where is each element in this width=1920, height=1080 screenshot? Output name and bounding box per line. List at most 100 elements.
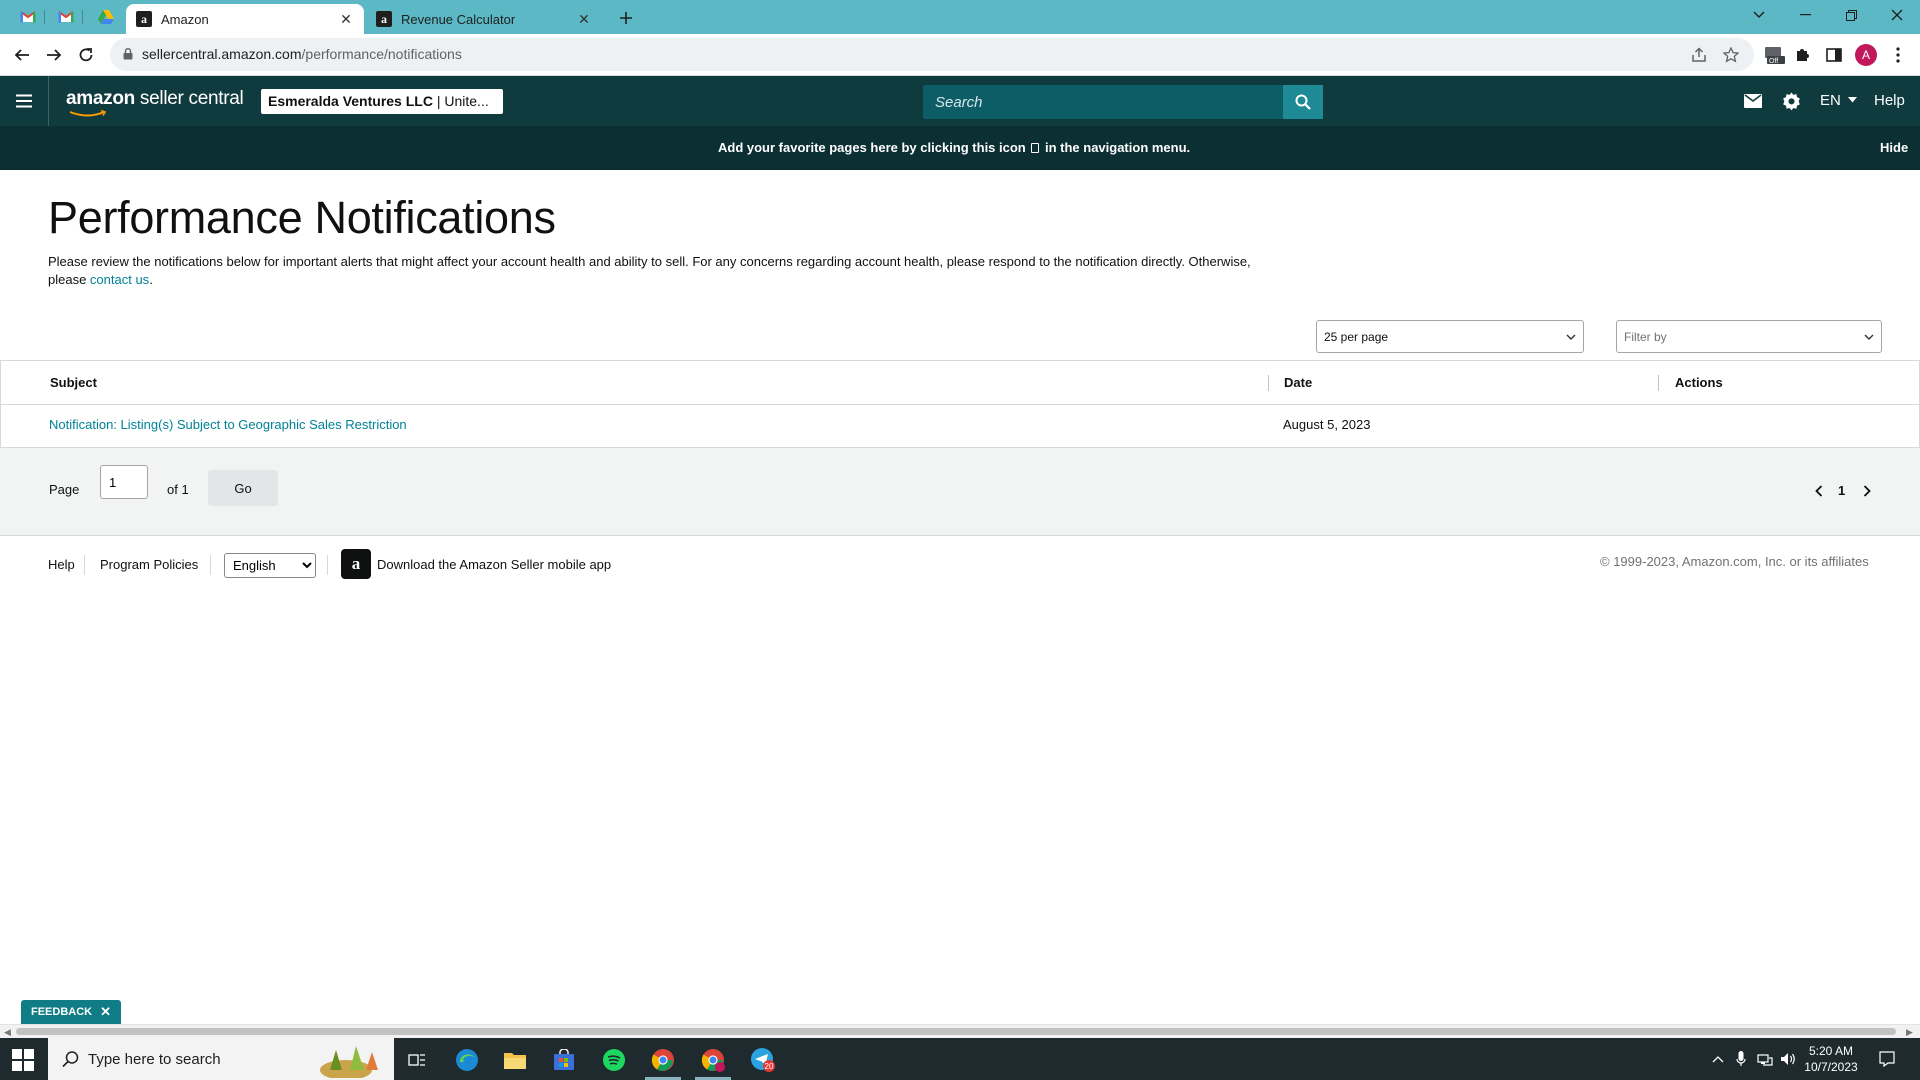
taskbar-clock[interactable]: 5:20 AM 10/7/2023 [1796, 1043, 1866, 1075]
microphone-icon[interactable] [1732, 1050, 1750, 1068]
settings-gear-icon[interactable] [1780, 90, 1802, 112]
footer-separator [210, 555, 211, 575]
extension-off-icon[interactable]: Off [1762, 43, 1786, 67]
tab-revenue-calculator[interactable]: a Revenue Calculator ✕ [366, 4, 602, 34]
chrome-icon[interactable] [648, 1045, 678, 1075]
minimize-button[interactable] [1782, 0, 1828, 30]
copyright-text: © 1999-2023, Amazon.com, Inc. or its aff… [1600, 554, 1869, 569]
date-cell: August 5, 2023 [1283, 417, 1371, 432]
browser-menu-icon[interactable] [1886, 43, 1910, 67]
bookmark-star-icon[interactable] [1722, 46, 1740, 64]
column-header-subject[interactable]: Subject [50, 375, 97, 390]
browser-toolbar: sellercentral.amazon.com/performance/not… [0, 34, 1920, 76]
page-intro: Please review the notifications below fo… [48, 254, 1251, 287]
restore-button[interactable] [1828, 0, 1874, 30]
favorites-banner-message: Add your favorite pages here by clicking… [718, 140, 1191, 155]
notifications-table: Subject Date Actions Notification: Listi… [0, 360, 1920, 448]
windows-start-icon[interactable] [12, 1049, 34, 1071]
clock-time: 5:20 AM [1808, 1044, 1854, 1058]
search-input[interactable] [923, 85, 1323, 119]
table-header: Subject Date Actions [1, 361, 1919, 405]
next-page-icon[interactable] [1860, 484, 1874, 498]
account-switcher[interactable]: Esmeralda Ventures LLC | Unite... [261, 89, 503, 114]
browser-tab-strip: a Amazon ✕ a Revenue Calculator ✕ [0, 0, 1920, 34]
edge-browser-icon[interactable] [452, 1045, 482, 1075]
download-app-link[interactable]: Download the Amazon Seller mobile app [377, 557, 611, 572]
search-button[interactable] [1283, 85, 1323, 119]
search-icon [1295, 94, 1311, 110]
page-number-input[interactable] [100, 465, 148, 499]
header-help-link[interactable]: Help [1874, 92, 1905, 109]
previous-page-icon[interactable] [1812, 484, 1826, 498]
puzzle-extensions-icon[interactable] [1790, 43, 1814, 67]
reload-button[interactable] [74, 43, 98, 67]
file-explorer-icon[interactable] [500, 1045, 530, 1075]
seller-central-header: amazon seller central Esmeralda Ventures… [0, 76, 1920, 126]
contact-us-link[interactable]: contact us [90, 272, 149, 287]
task-view-icon[interactable] [402, 1045, 432, 1075]
scroll-left-icon[interactable]: ◀ [4, 1027, 11, 1038]
tab-search-button[interactable] [1736, 0, 1782, 30]
back-button[interactable] [10, 43, 34, 67]
amazon-favicon-icon: a [136, 11, 152, 27]
hide-banner-button[interactable]: Hide [1880, 140, 1908, 155]
footer-language-select[interactable]: English [224, 553, 316, 578]
chrome-profile-icon[interactable] [698, 1045, 728, 1075]
pinned-tab-gmail-1[interactable] [12, 5, 45, 29]
microsoft-store-icon[interactable] [549, 1045, 579, 1075]
footer-help-link[interactable]: Help [48, 557, 75, 572]
current-page-number[interactable]: 1 [1838, 483, 1845, 498]
search-box [923, 85, 1323, 119]
telegram-icon[interactable]: 20 [748, 1045, 778, 1075]
feedback-button[interactable]: FEEDBACK ✕ [21, 1000, 122, 1024]
per-page-dropdown[interactable]: 25 per page [1316, 320, 1584, 353]
side-panel-icon[interactable] [1822, 43, 1846, 67]
filter-by-dropdown[interactable]: Filter by [1616, 320, 1882, 353]
close-tab-icon[interactable]: ✕ [576, 11, 592, 27]
pinned-tab-gmail-2[interactable] [50, 5, 83, 29]
mail-icon[interactable] [1742, 90, 1764, 112]
new-tab-button[interactable] [614, 6, 638, 30]
notification-center-icon[interactable] [1878, 1050, 1896, 1068]
windows-taskbar: Type here to search 20 5:20 AM 10/7/2023 [0, 1038, 1920, 1080]
profile-avatar[interactable]: A [1855, 44, 1877, 66]
volume-icon[interactable] [1779, 1050, 1797, 1068]
footer-separator [84, 555, 85, 575]
seller-central-logo[interactable]: amazon seller central [66, 88, 244, 117]
horizontal-scrollbar[interactable]: ◀ ▶ [0, 1024, 1920, 1038]
favorites-banner: Add your favorite pages here by clicking… [0, 126, 1920, 170]
program-policies-link[interactable]: Program Policies [100, 557, 198, 572]
column-separator [1268, 375, 1269, 391]
search-icon [62, 1051, 79, 1068]
pinned-tab-drive[interactable] [90, 5, 122, 29]
scroll-right-icon[interactable]: ▶ [1906, 1027, 1913, 1038]
amazon-seller-app-icon[interactable]: a [341, 549, 371, 579]
restore-icon [1845, 9, 1857, 21]
close-window-button[interactable] [1874, 0, 1920, 30]
taskbar-search[interactable]: Type here to search [48, 1038, 394, 1080]
scrollbar-thumb[interactable] [16, 1028, 1896, 1035]
google-drive-icon [98, 10, 114, 24]
forward-button[interactable] [42, 43, 66, 67]
go-button[interactable]: Go [208, 470, 278, 506]
tab-amazon[interactable]: a Amazon ✕ [126, 4, 364, 34]
notification-subject-link[interactable]: Notification: Listing(s) Subject to Geog… [49, 417, 407, 432]
taskbar-search-placeholder: Type here to search [88, 1051, 221, 1068]
language-selector[interactable]: EN [1820, 92, 1858, 109]
close-tab-icon[interactable]: ✕ [338, 11, 354, 27]
address-bar[interactable]: sellercentral.amazon.com/performance/not… [110, 38, 1754, 71]
caret-down-icon [1848, 97, 1858, 103]
lock-icon[interactable] [120, 46, 136, 62]
tab-title: Revenue Calculator [401, 11, 516, 27]
close-feedback-icon[interactable]: ✕ [100, 1004, 111, 1020]
spotify-icon[interactable] [599, 1045, 629, 1075]
page-of-label: of 1 [167, 482, 189, 497]
reload-icon [79, 48, 93, 62]
share-icon[interactable] [1690, 46, 1708, 64]
show-hidden-icons-icon[interactable] [1709, 1050, 1727, 1068]
chevron-down-icon [1566, 334, 1576, 340]
header-divider [48, 76, 49, 126]
column-header-date[interactable]: Date [1284, 375, 1312, 390]
hamburger-menu-icon[interactable] [12, 89, 36, 113]
network-icon[interactable] [1756, 1050, 1774, 1068]
